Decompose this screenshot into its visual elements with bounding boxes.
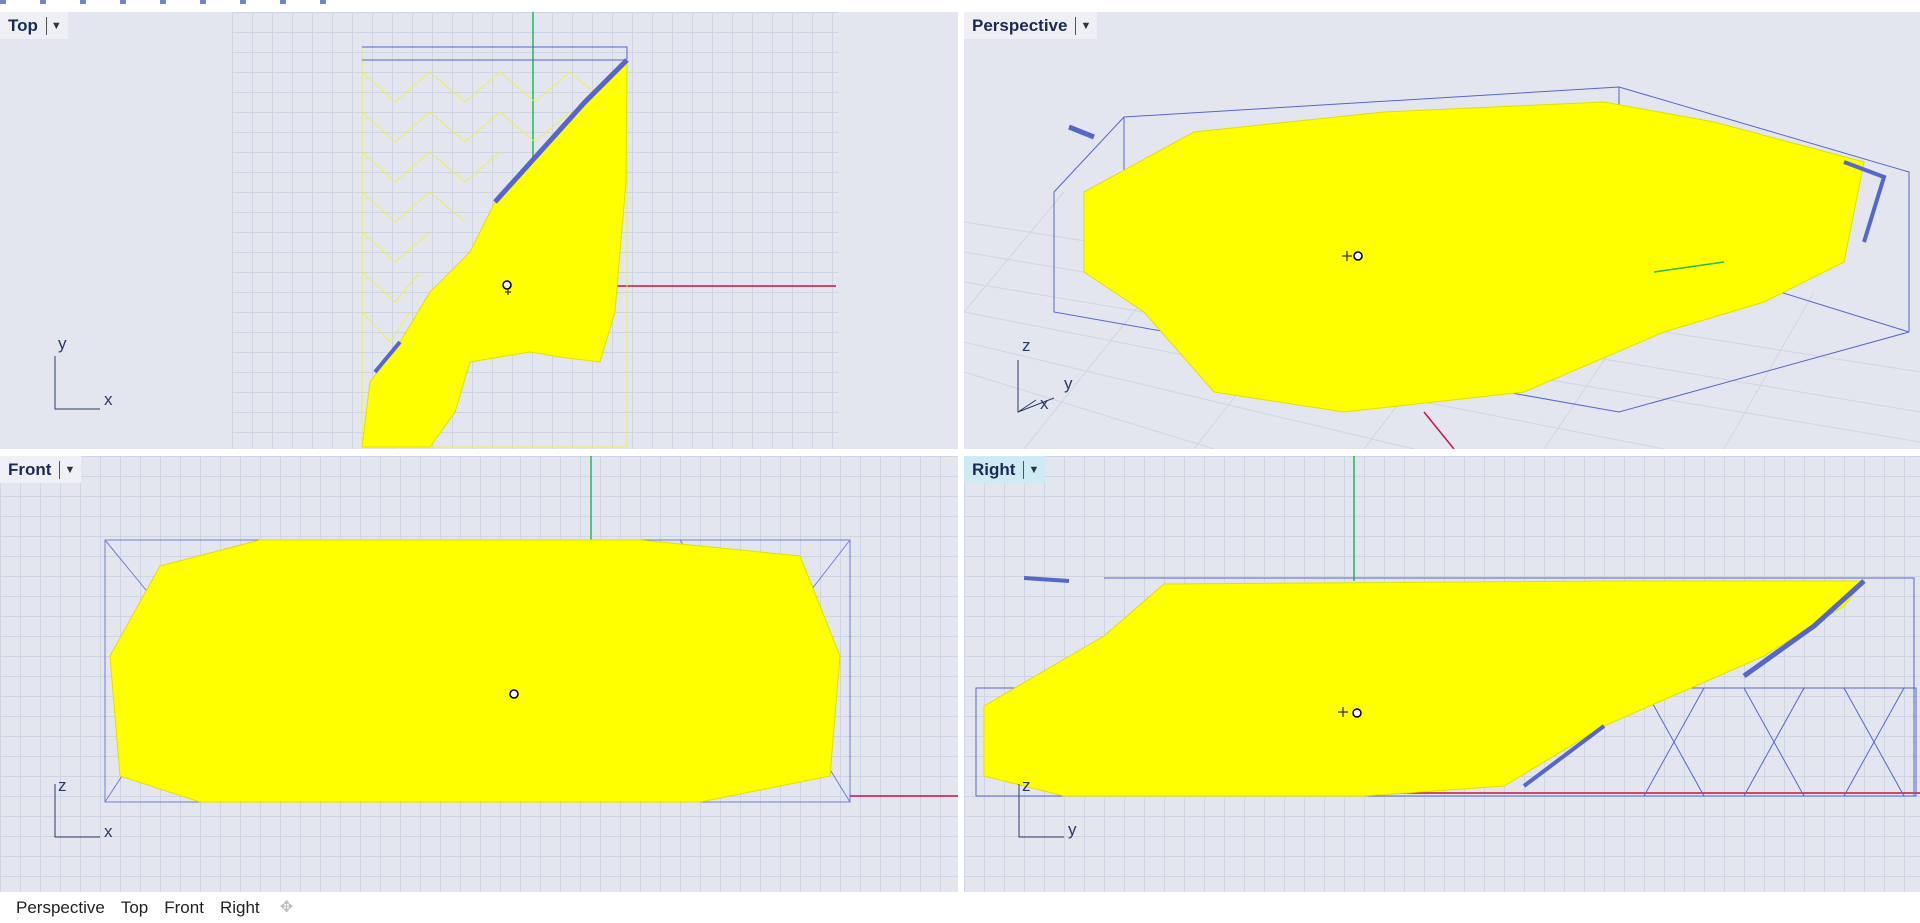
add-viewport-icon[interactable]: ✥ [278,899,296,917]
toolbar-remnant [0,0,350,4]
axis-label-z: z [1022,336,1031,355]
axis-label-x: x [104,822,113,841]
viewport-title: Front [8,459,52,479]
gumball-origin [1353,251,1363,261]
chevron-down-icon[interactable]: ▼ [64,464,75,476]
x-axis-line [1423,411,1455,449]
mesh-blob [361,58,628,448]
viewport-right[interactable]: Right ▼ z y [964,456,1920,892]
viewport-title: Top [8,15,38,35]
axis-label-x: x [104,390,113,409]
mesh-blob [1083,101,1865,413]
tab-perspective[interactable]: Perspective [8,898,113,918]
tab-top[interactable]: Top [113,898,156,918]
viewport-label-perspective[interactable]: Perspective ▼ [964,12,1098,39]
viewport-title: Perspective [972,15,1068,35]
axis-label-z: z [58,776,67,795]
axis-label-y: y [58,334,67,353]
viewport-label-top[interactable]: Top ▼ [0,12,68,39]
viewport-tab-bar: Perspective Top Front Right ✥ [0,892,1920,923]
viewport-front[interactable]: Front ▼ z x [0,456,958,892]
chevron-down-icon[interactable]: ▼ [1028,464,1039,476]
gumball-origin [1352,708,1362,718]
axis-label-y: y [1064,374,1073,393]
axis-label-x: x [1040,394,1049,413]
right-view-scene [975,456,1920,797]
top-view-scene [361,12,836,448]
axis-widget [54,356,100,410]
chevron-down-icon[interactable]: ▼ [1080,20,1091,32]
viewport-splitter-horizontal[interactable] [0,449,1920,456]
front-view-scene [104,456,958,803]
viewport-perspective[interactable]: Perspective ▼ z y x [964,12,1920,449]
tab-front[interactable]: Front [156,898,212,918]
chevron-down-icon[interactable]: ▼ [51,20,62,32]
perspective-scene [964,86,1920,449]
viewport-title: Right [972,459,1016,479]
gumball-origin [509,689,519,699]
axis-label-z: z [1022,776,1031,795]
viewport-top[interactable]: Top ▼ y x [0,12,958,449]
axis-label-y: y [1068,820,1077,839]
wire-edge [362,46,628,61]
gumball-origin [502,280,512,290]
viewport-label-front[interactable]: Front ▼ [0,456,82,483]
mesh-blob [109,539,841,803]
top-toolbar-strip [0,0,1920,12]
tab-right[interactable]: Right [212,898,268,918]
viewport-label-right[interactable]: Right ▼ [964,456,1046,483]
